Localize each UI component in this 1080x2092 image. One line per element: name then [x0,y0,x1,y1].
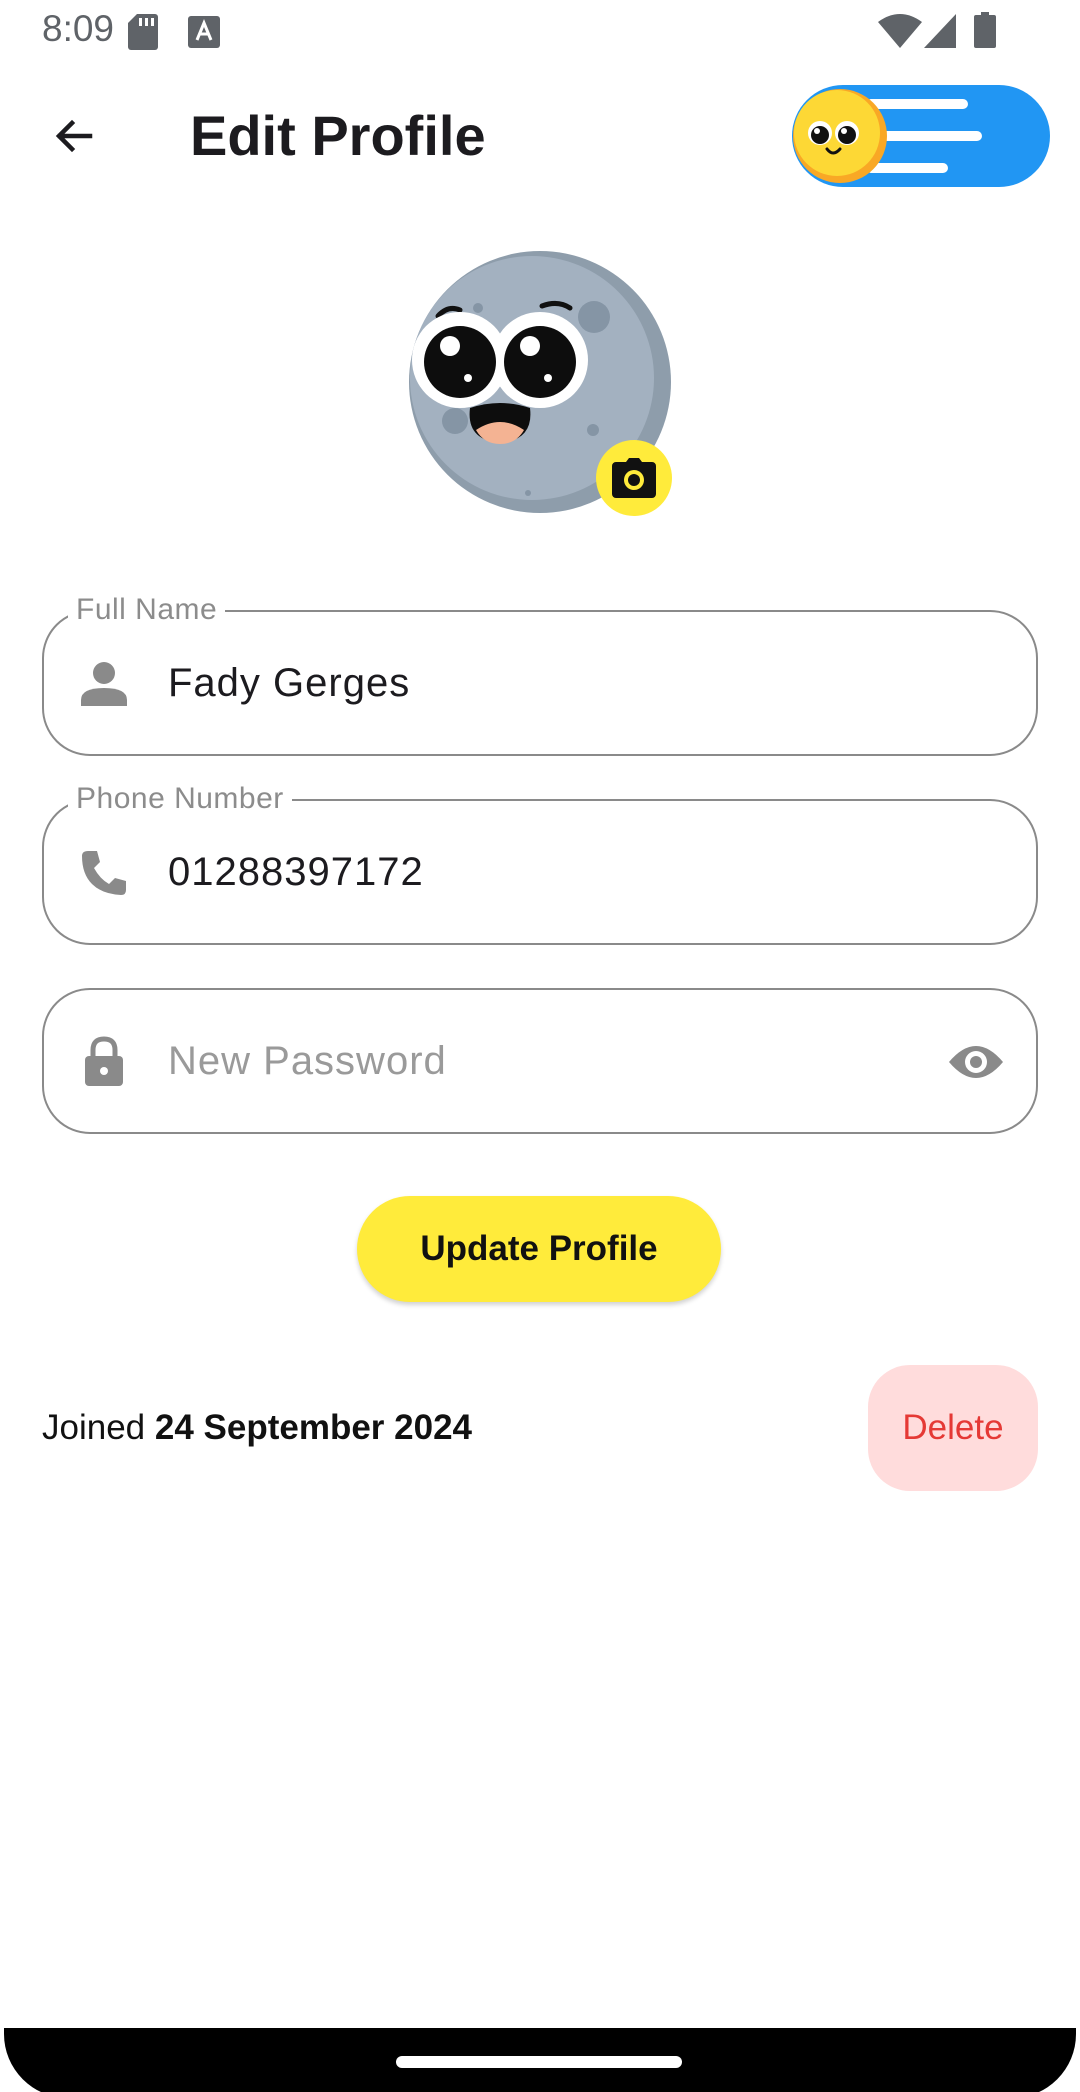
phone-icon [82,851,126,895]
person-icon [81,662,127,706]
lock-icon [85,1036,123,1086]
camera-icon [612,458,656,498]
page-title: Edit Profile [190,104,486,167]
edit-profile-screen: 8:09 Edit Profile Full Name Fady Gerges … [0,0,1080,2092]
emoji-theme-toggle-icon [792,85,1050,187]
phone-number-field[interactable]: Phone Number [42,779,1038,945]
toggle-password-visibility-button[interactable] [946,1034,1006,1090]
change-photo-button[interactable] [596,440,672,516]
sd-card-icon [128,14,158,50]
eye-icon [949,1046,1003,1078]
wifi-icon [878,14,922,48]
delete-account-button[interactable]: Delete [868,1365,1038,1491]
full-name-input[interactable] [168,612,868,754]
joined-date: 24 September 2024 [154,1408,473,1447]
joined-date-text: Joined 24 September 2024 [42,1406,472,1450]
new-password-input[interactable] [168,990,868,1132]
signal-icon [924,14,956,48]
back-button[interactable] [38,100,110,172]
arrow-back-icon [55,119,93,153]
keyboard-a-icon [188,16,220,48]
phone-number-input[interactable] [168,801,868,943]
joined-prefix: Joined [42,1408,146,1447]
full-name-field[interactable]: Full Name [42,590,1038,756]
home-indicator[interactable] [396,2056,682,2068]
status-time: 8:09 [42,8,115,49]
status-bar: 8:09 [0,0,1080,64]
new-password-field[interactable] [42,988,1038,1134]
theme-toggle[interactable] [790,83,1052,189]
update-profile-button[interactable]: Update Profile [357,1196,721,1302]
battery-icon [974,12,996,48]
